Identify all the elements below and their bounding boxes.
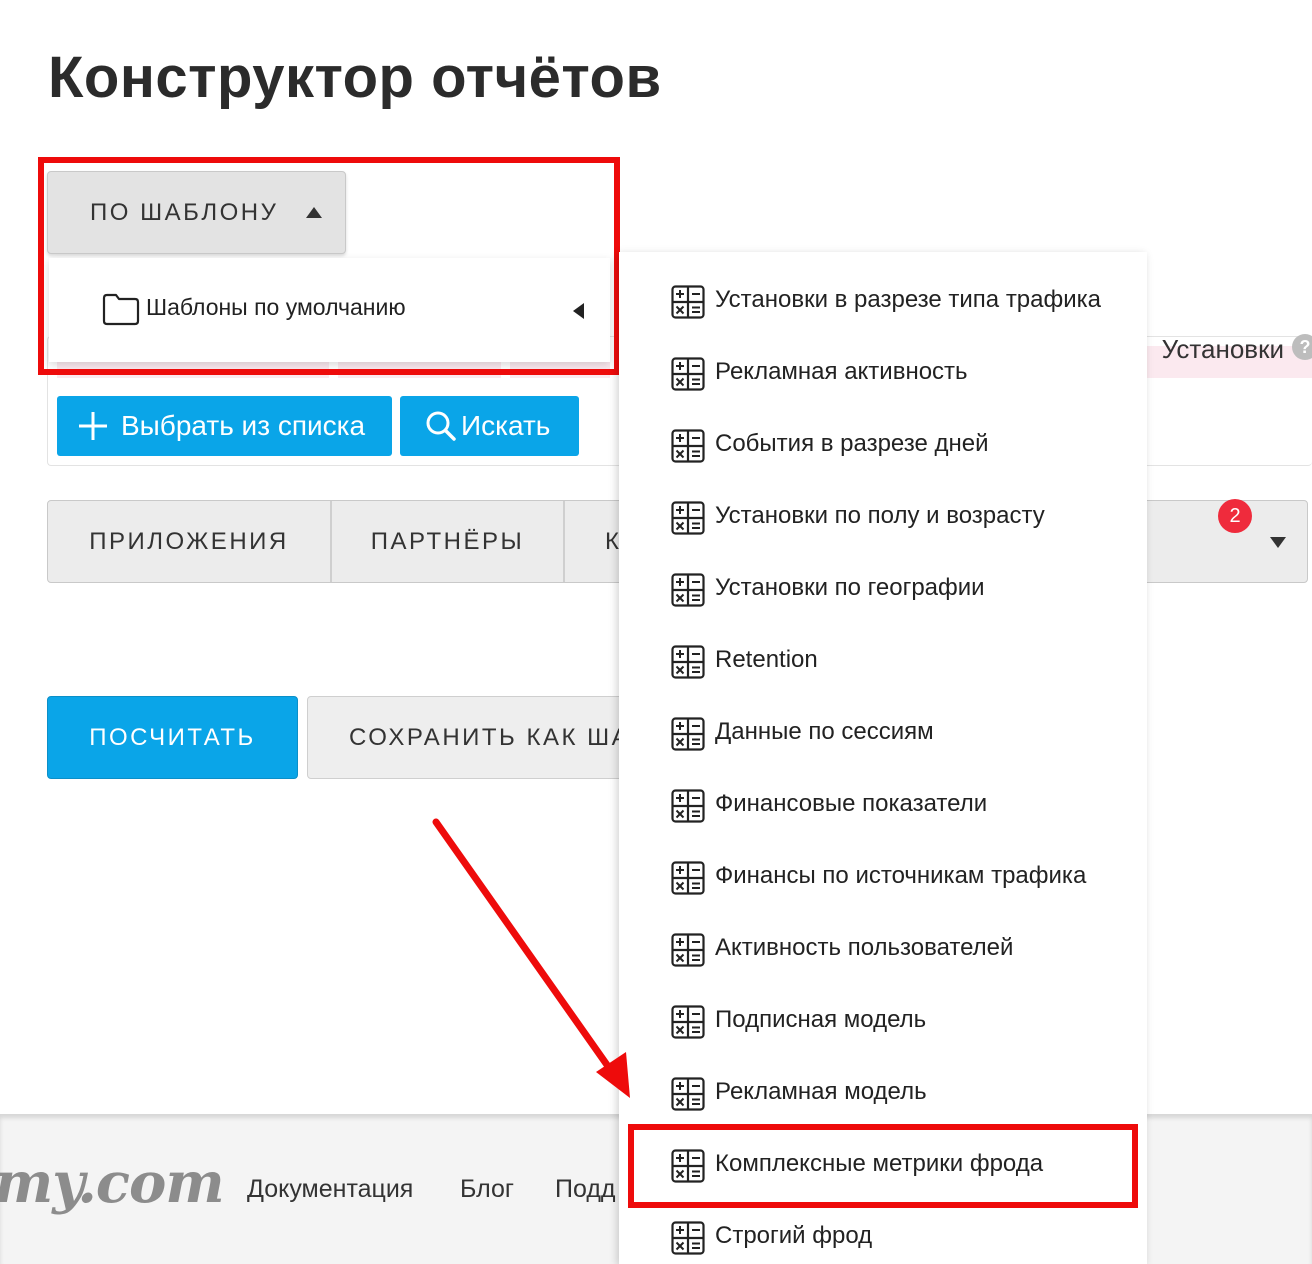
calculator-icon bbox=[671, 285, 705, 319]
search-button[interactable]: Искать bbox=[400, 396, 579, 456]
calculate-button[interactable]: ПОСЧИТАТЬ bbox=[47, 696, 298, 779]
templates-dropdown: Установки в разрезе типа трафика Рекламн… bbox=[619, 252, 1147, 1264]
choose-from-list-button[interactable]: Выбрать из списка bbox=[57, 396, 392, 456]
template-item-label: Данные по сессиям bbox=[715, 718, 934, 745]
filter-chip-label: Установки bbox=[1161, 334, 1284, 364]
calculator-icon bbox=[671, 717, 705, 751]
template-item[interactable]: Рекламная модель bbox=[619, 1058, 1147, 1130]
template-item[interactable]: Установки в разрезе типа трафика bbox=[619, 266, 1147, 338]
footer-link-support[interactable]: Подд bbox=[555, 1175, 616, 1204]
calculator-icon bbox=[671, 645, 705, 679]
template-item-label: Строгий фрод bbox=[715, 1222, 873, 1249]
caret-up-icon bbox=[306, 207, 323, 218]
template-item-label: События в разрезе дней bbox=[715, 430, 989, 457]
template-item[interactable]: Подписная модель bbox=[619, 986, 1147, 1058]
template-dropdown-button[interactable]: ПО ШАБЛОНУ bbox=[47, 171, 346, 254]
template-item-label: Рекламная активность bbox=[715, 358, 968, 385]
template-item-label: Финансовые показатели bbox=[715, 790, 988, 817]
template-item-label: Установки по географии bbox=[715, 574, 985, 601]
calculator-icon bbox=[671, 789, 705, 823]
template-item[interactable]: Финансовые показатели bbox=[619, 770, 1147, 842]
template-button-label: ПО ШАБЛОНУ bbox=[90, 198, 279, 226]
save-as-template-label: СОХРАНИТЬ КАК ША bbox=[349, 723, 631, 751]
template-item[interactable]: Рекламная активность bbox=[619, 338, 1147, 410]
footer-link-docs[interactable]: Документация bbox=[247, 1175, 413, 1204]
caret-left-icon bbox=[573, 303, 584, 319]
template-item[interactable]: Retention bbox=[619, 626, 1147, 698]
calculator-icon bbox=[671, 573, 705, 607]
tab-label: ПРИЛОЖЕНИЯ bbox=[89, 527, 289, 555]
template-item[interactable]: Установки по полу и возрасту bbox=[619, 482, 1147, 554]
page-title: Конструктор отчётов bbox=[48, 45, 662, 110]
folder-icon bbox=[102, 293, 140, 326]
footer-link-blog[interactable]: Блог bbox=[460, 1175, 514, 1204]
calculator-icon bbox=[671, 357, 705, 391]
template-item[interactable]: Активность пользователей bbox=[619, 914, 1147, 986]
tab-partners[interactable]: ПАРТНЁРЫ bbox=[332, 501, 565, 582]
search-label: Искать bbox=[461, 410, 551, 441]
template-item[interactable]: Установки по географии bbox=[619, 554, 1147, 626]
calculator-icon bbox=[671, 1221, 705, 1255]
tab-label: ПАРТНЁРЫ bbox=[370, 527, 525, 555]
search-icon bbox=[426, 411, 456, 441]
calculate-label: ПОСЧИТАТЬ bbox=[89, 723, 256, 751]
template-item[interactable]: Данные по сессиям bbox=[619, 698, 1147, 770]
template-item-label: Retention bbox=[715, 646, 818, 673]
caret-down-icon[interactable] bbox=[1270, 537, 1286, 548]
tab-applications[interactable]: ПРИЛОЖЕНИЯ bbox=[48, 501, 332, 582]
count-badge: 2 bbox=[1218, 499, 1252, 533]
template-item-label: Финансы по источникам трафика bbox=[715, 862, 1087, 889]
help-icon[interactable]: ? bbox=[1292, 334, 1312, 360]
calculator-icon bbox=[671, 933, 705, 967]
plus-icon bbox=[79, 412, 107, 440]
template-item[interactable]: События в разрезе дней bbox=[619, 410, 1147, 482]
save-as-template-button[interactable]: СОХРАНИТЬ КАК ША bbox=[307, 696, 637, 779]
choose-from-list-label: Выбрать из списка bbox=[121, 410, 366, 441]
submenu-item-label: Шаблоны по умолчанию bbox=[146, 294, 406, 320]
calculator-icon bbox=[671, 429, 705, 463]
calculator-icon bbox=[671, 861, 705, 895]
template-item-label: Подписная модель bbox=[715, 1006, 927, 1033]
template-item-label: Активность пользователей bbox=[715, 934, 1014, 961]
template-item-label: Рекламная модель bbox=[715, 1078, 927, 1105]
footer-logo: my.com bbox=[0, 1150, 225, 1216]
template-item-fraud-metrics[interactable]: Комплексные метрики фрода bbox=[619, 1130, 1147, 1202]
template-item[interactable]: Финансы по источникам трафика bbox=[619, 842, 1147, 914]
template-item-label: Установки по полу и возрасту bbox=[715, 502, 1045, 529]
template-item-label: Комплексные метрики фрода bbox=[715, 1150, 1044, 1177]
template-item-label: Установки в разрезе типа трафика bbox=[715, 286, 1102, 313]
calculator-icon bbox=[671, 501, 705, 535]
submenu-item-default-templates[interactable]: Шаблоны по умолчанию bbox=[49, 258, 610, 362]
calculator-icon bbox=[671, 1005, 705, 1039]
calculator-icon bbox=[671, 1077, 705, 1111]
calculator-icon bbox=[671, 1149, 705, 1183]
template-item[interactable]: Строгий фрод bbox=[619, 1202, 1147, 1264]
template-submenu: Шаблоны по умолчанию bbox=[49, 258, 610, 362]
